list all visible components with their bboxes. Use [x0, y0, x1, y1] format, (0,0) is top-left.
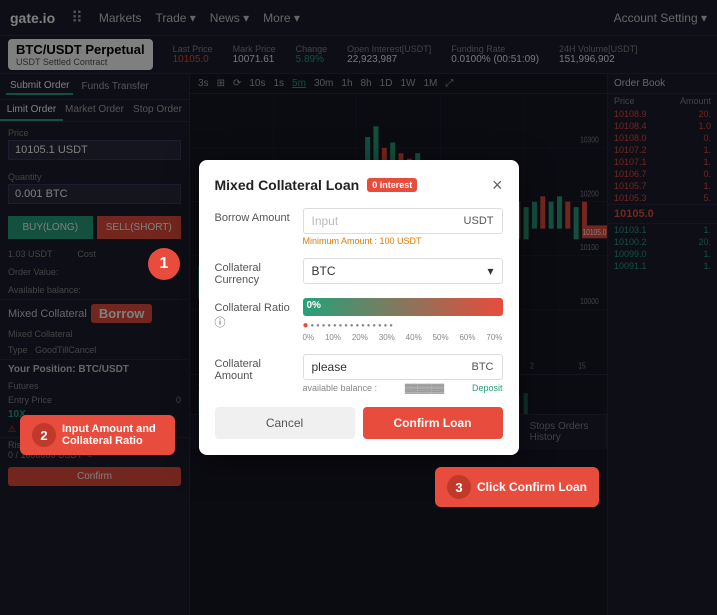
modal-close-button[interactable]: × — [492, 176, 503, 194]
borrow-amount-input-wrapper: Input USDT — [303, 208, 503, 234]
collateral-amount-label: Collateral Amount — [215, 354, 295, 382]
modal-title: Mixed Collateral Loan 0 interest — [215, 177, 418, 193]
borrow-amount-label: Borrow Amount — [215, 208, 295, 224]
ratio-bar[interactable]: 0% — [303, 298, 503, 316]
available-balance-label: available balance : — [303, 383, 378, 393]
collateral-ratio-label: Collateral Ratio ⓘ — [215, 298, 295, 330]
collateral-currency-select[interactable]: BTC ▾ — [303, 258, 503, 284]
cancel-button[interactable]: Cancel — [215, 407, 355, 439]
collateral-currency-row: Collateral Currency BTC ▾ — [215, 258, 503, 286]
collateral-amount-value[interactable]: please — [312, 360, 347, 374]
confirm-loan-button[interactable]: Confirm Loan — [363, 407, 503, 439]
step1-annotation: 1 — [148, 248, 180, 280]
ratio-bar-label: 0% — [307, 300, 321, 311]
interest-badge: 0 interest — [367, 178, 417, 192]
step3-label: Click Confirm Loan — [477, 480, 587, 494]
ratio-dots-row: ● ● ● ● ● ● ● ● ● ● ● ● ● ● ● ● — [303, 320, 503, 331]
modal-footer: Cancel Confirm Loan — [215, 407, 503, 439]
collateral-currency-label: Collateral Currency — [215, 258, 295, 286]
borrow-amount-row: Borrow Amount Input USDT Minimum Amount … — [215, 208, 503, 246]
step3-annotation: 3 Click Confirm Loan — [435, 467, 599, 507]
step2-annotation: 2 Input Amount and Collateral Ratio — [20, 415, 175, 455]
deposit-link[interactable]: Deposit — [472, 383, 503, 393]
borrow-hint: Minimum Amount : 100 USDT — [303, 236, 503, 246]
available-balance-row: available balance : ▓▓▓▓▓▓ Deposit — [303, 383, 503, 393]
available-balance-value: ▓▓▓▓▓▓ — [405, 383, 444, 393]
modal-header: Mixed Collateral Loan 0 interest × — [215, 176, 503, 194]
collateral-ratio-content: 0% ● ● ● ● ● ● ● ● ● ● ● ● ● ● ● — [303, 298, 503, 342]
collateral-amount-content: please BTC available balance : ▓▓▓▓▓▓ De… — [303, 354, 503, 393]
chevron-down-icon: ▾ — [487, 264, 493, 278]
collateral-amount-suffix: BTC — [472, 361, 494, 373]
borrow-amount-input[interactable]: Input — [312, 214, 339, 228]
step2-circle: 2 — [32, 423, 56, 447]
collateral-amount-row: Collateral Amount please BTC available b… — [215, 354, 503, 393]
collateral-amount-input-wrapper: please BTC — [303, 354, 503, 380]
borrow-amount-suffix: USDT — [464, 215, 494, 227]
borrow-amount-content: Input USDT Minimum Amount : 100 USDT — [303, 208, 503, 246]
ratio-ticks: 0% 10% 20% 30% 40% 50% 60% 70% — [303, 333, 503, 342]
ratio-info-icon: ⓘ — [215, 317, 226, 329]
step1-circle: 1 — [148, 248, 180, 280]
step3-circle: 3 — [447, 475, 471, 499]
modal-overlay: 1 2 Input Amount and Collateral Ratio 3 … — [0, 0, 717, 615]
collateral-ratio-row: Collateral Ratio ⓘ 0% ● ● ● ● ● ● ● ● ● … — [215, 298, 503, 342]
mixed-collateral-loan-modal: Mixed Collateral Loan 0 interest × Borro… — [199, 160, 519, 455]
collateral-currency-content: BTC ▾ — [303, 258, 503, 284]
step2-label: Input Amount and Collateral Ratio — [62, 423, 163, 447]
